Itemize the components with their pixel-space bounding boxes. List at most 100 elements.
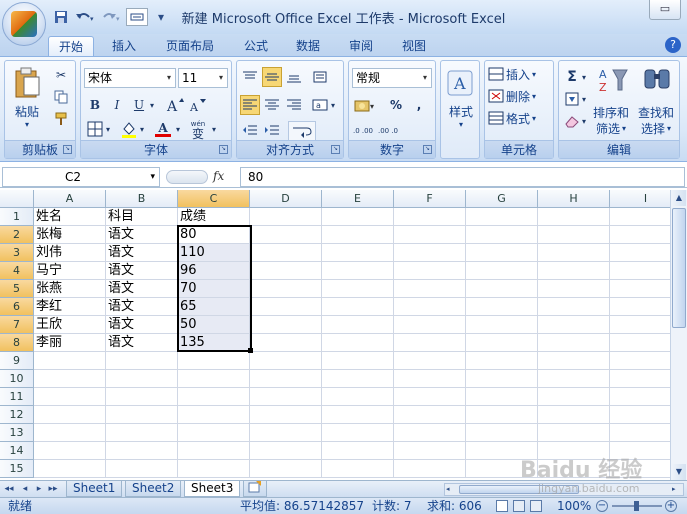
empty-cell[interactable] [322, 226, 394, 244]
empty-cell[interactable] [394, 352, 466, 370]
find-select-label-1[interactable]: 查找和 [633, 105, 679, 120]
zoom-level[interactable]: 100% [557, 498, 591, 514]
orientation-icon[interactable] [310, 67, 330, 87]
empty-cell[interactable] [178, 370, 250, 388]
tab-formulas[interactable]: 公式 [236, 36, 276, 56]
empty-cell[interactable] [178, 424, 250, 442]
borders-dropdown-icon[interactable]: ▾ [103, 119, 113, 139]
styles-button[interactable]: 样式 [441, 103, 481, 119]
align-middle-icon[interactable] [262, 67, 282, 87]
cell-b4[interactable]: 语文 [106, 262, 178, 280]
empty-cell[interactable] [322, 424, 394, 442]
scroll-down-icon[interactable]: ▼ [672, 464, 686, 480]
row-header-11[interactable]: 11 [0, 388, 34, 406]
row-header-8[interactable]: 8 [0, 334, 34, 352]
empty-cell[interactable] [322, 262, 394, 280]
normal-view-icon[interactable] [496, 500, 508, 512]
fill-handle[interactable] [248, 348, 253, 353]
empty-cell[interactable] [394, 388, 466, 406]
row-header-10[interactable]: 10 [0, 370, 34, 388]
percent-button[interactable]: % [386, 95, 406, 115]
empty-cell[interactable] [250, 280, 322, 298]
merge-dropdown-icon[interactable]: ▾ [328, 95, 338, 115]
tab-data[interactable]: 数据 [288, 36, 328, 56]
wrap-text-icon[interactable] [288, 121, 316, 141]
empty-cell[interactable] [322, 280, 394, 298]
empty-cell[interactable] [538, 316, 610, 334]
empty-cell[interactable] [250, 442, 322, 460]
empty-cell[interactable] [106, 406, 178, 424]
empty-cell[interactable] [34, 352, 106, 370]
empty-cell[interactable] [250, 208, 322, 226]
scroll-up-icon[interactable]: ▲ [672, 190, 686, 206]
cell-a5[interactable]: 张燕 [34, 280, 106, 298]
empty-cell[interactable] [394, 280, 466, 298]
scroll-left-icon[interactable]: ◂ [446, 484, 456, 495]
vertical-scroll-thumb[interactable] [672, 208, 686, 328]
empty-cell[interactable] [250, 262, 322, 280]
empty-cell[interactable] [466, 208, 538, 226]
clear-dropdown-icon[interactable]: ▾ [579, 111, 589, 131]
empty-cell[interactable] [538, 262, 610, 280]
borders-icon[interactable] [85, 119, 105, 139]
empty-cell[interactable] [322, 442, 394, 460]
cell-b1[interactable]: 科目 [106, 208, 178, 226]
increase-font-icon[interactable]: A [165, 95, 185, 115]
empty-cell[interactable] [178, 406, 250, 424]
empty-cell[interactable] [322, 352, 394, 370]
find-select-button[interactable]: 选择 ▾ [633, 121, 679, 136]
next-sheet-icon[interactable]: ▸ [34, 483, 44, 495]
empty-cell[interactable] [538, 406, 610, 424]
last-sheet-icon[interactable]: ▸▸ [48, 483, 58, 495]
empty-cell[interactable] [538, 352, 610, 370]
cell-c3[interactable]: 110 [178, 244, 250, 262]
sheet-tab-3[interactable]: Sheet3 [184, 481, 241, 497]
row-header-12[interactable]: 12 [0, 406, 34, 424]
page-layout-view-icon[interactable] [513, 500, 525, 512]
office-button[interactable] [2, 2, 46, 46]
empty-cell[interactable] [538, 280, 610, 298]
sort-filter-icon[interactable]: AZ [593, 65, 633, 95]
empty-cell[interactable] [322, 388, 394, 406]
cell-b5[interactable]: 语文 [106, 280, 178, 298]
cell-a3[interactable]: 刘伟 [34, 244, 106, 262]
empty-cell[interactable] [106, 388, 178, 406]
fill-color-dropdown-icon[interactable]: ▾ [137, 119, 147, 139]
underline-button[interactable]: U [129, 95, 149, 115]
row-header-1[interactable]: 1 [0, 208, 34, 226]
empty-cell[interactable] [322, 244, 394, 262]
fill-dropdown-icon[interactable]: ▾ [579, 89, 589, 109]
align-top-icon[interactable] [240, 67, 260, 87]
number-format-dropdown-icon[interactable]: ▾ [419, 69, 431, 87]
empty-cell[interactable] [394, 406, 466, 424]
font-color-dropdown-icon[interactable]: ▾ [173, 119, 183, 139]
row-header-3[interactable]: 3 [0, 244, 34, 262]
phonetic-button[interactable]: wén 变 [187, 117, 209, 141]
empty-cell[interactable] [466, 316, 538, 334]
empty-cell[interactable] [178, 388, 250, 406]
sort-filter-label-1[interactable]: 排序和 [589, 105, 633, 120]
empty-cell[interactable] [394, 316, 466, 334]
empty-cell[interactable] [466, 370, 538, 388]
empty-cell[interactable] [538, 226, 610, 244]
tab-view[interactable]: 视图 [394, 36, 434, 56]
empty-cell[interactable] [322, 316, 394, 334]
number-launcher-icon[interactable]: ↘ [423, 145, 432, 154]
column-header-b[interactable]: B [106, 190, 178, 208]
empty-cell[interactable] [106, 460, 178, 478]
paste-dropdown-icon[interactable]: ▾ [19, 119, 35, 129]
empty-cell[interactable] [250, 244, 322, 262]
empty-cell[interactable] [538, 370, 610, 388]
empty-cell[interactable] [466, 334, 538, 352]
row-header-15[interactable]: 15 [0, 460, 34, 478]
row-header-14[interactable]: 14 [0, 442, 34, 460]
underline-dropdown-icon[interactable]: ▾ [147, 95, 157, 115]
status-sum[interactable]: 求和: 606 [427, 498, 482, 514]
empty-cell[interactable] [250, 424, 322, 442]
empty-cell[interactable] [394, 226, 466, 244]
clipboard-launcher-icon[interactable]: ↘ [63, 145, 72, 154]
cell-c2[interactable]: 80 [178, 226, 250, 244]
empty-cell[interactable] [178, 460, 250, 478]
row-header-9[interactable]: 9 [0, 352, 34, 370]
format-cells-button[interactable]: 格式 ▾ [488, 109, 552, 127]
